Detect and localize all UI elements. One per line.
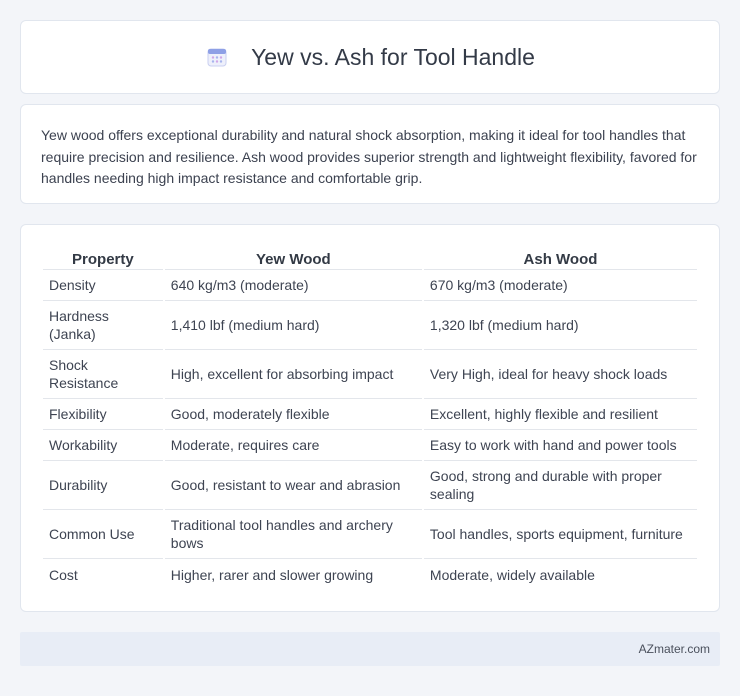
property-cell: Durability (43, 461, 163, 510)
intro-paragraph: Yew wood offers exceptional durability a… (41, 127, 697, 186)
table-row: Workability Moderate, requires care Easy… (43, 430, 697, 461)
footer-bar: AZmater.com (20, 632, 720, 666)
ash-cell: Tool handles, sports equipment, furnitur… (423, 510, 697, 559)
comparison-card: Property Yew Wood Ash Wood Density 640 k… (20, 224, 720, 612)
table-header-row: Property Yew Wood Ash Wood (43, 241, 697, 270)
yew-cell: Moderate, requires care (164, 430, 422, 461)
comparison-table: Property Yew Wood Ash Wood Density 640 k… (41, 241, 699, 590)
property-cell: Shock Resistance (43, 350, 163, 399)
property-cell: Workability (43, 430, 163, 461)
yew-cell: Traditional tool handles and archery bow… (164, 510, 422, 559)
table-row: Hardness (Janka) 1,410 lbf (medium hard)… (43, 301, 697, 350)
header-ash-wood: Ash Wood (423, 241, 697, 270)
footer-site-link[interactable]: AZmater.com (639, 642, 710, 656)
property-cell: Hardness (Janka) (43, 301, 163, 350)
ash-cell: 1,320 lbf (medium hard) (423, 301, 697, 350)
table-row: Cost Higher, rarer and slower growing Mo… (43, 559, 697, 590)
property-cell: Density (43, 270, 163, 301)
yew-cell: 1,410 lbf (medium hard) (164, 301, 422, 350)
ash-cell: Good, strong and durable with proper sea… (423, 461, 697, 510)
property-cell: Cost (49, 566, 78, 583)
header-yew-wood: Yew Wood (164, 241, 422, 270)
property-cell: Flexibility (43, 399, 163, 430)
yew-cell: 640 kg/m3 (moderate) (164, 270, 422, 301)
table-row: Durability Good, resistant to wear and a… (43, 461, 697, 510)
ash-cell: Excellent, highly flexible and resilient (423, 399, 697, 430)
yew-cell: Higher, rarer and slower growing (170, 566, 374, 583)
yew-cell: High, excellent for absorbing impact (164, 350, 422, 399)
ash-cell: Very High, ideal for heavy shock loads (423, 350, 697, 399)
page-title: Yew vs. Ash for Tool Handle (251, 43, 535, 70)
title-card: Yew vs. Ash for Tool Handle (20, 20, 720, 94)
yew-cell: Good, moderately flexible (164, 399, 422, 430)
table-row: Flexibility Good, moderately flexible Ex… (43, 399, 697, 430)
calendar-icon (207, 48, 227, 67)
yew-cell: Good, resistant to wear and abrasion (164, 461, 422, 510)
ash-cell: 670 kg/m3 (moderate) (423, 270, 697, 301)
header-property: Property (43, 241, 163, 270)
intro-card: Yew wood offers exceptional durability a… (20, 104, 720, 204)
ash-cell: Moderate, widely available (429, 566, 595, 583)
title-wrap: Yew vs. Ash for Tool Handle (205, 44, 535, 71)
table-row: Density 640 kg/m3 (moderate) 670 kg/m3 (… (43, 270, 697, 301)
table-row: Shock Resistance High, excellent for abs… (43, 350, 697, 399)
table-row: Common Use Traditional tool handles and … (43, 510, 697, 559)
property-cell: Common Use (43, 510, 163, 559)
ash-cell: Easy to work with hand and power tools (423, 430, 697, 461)
